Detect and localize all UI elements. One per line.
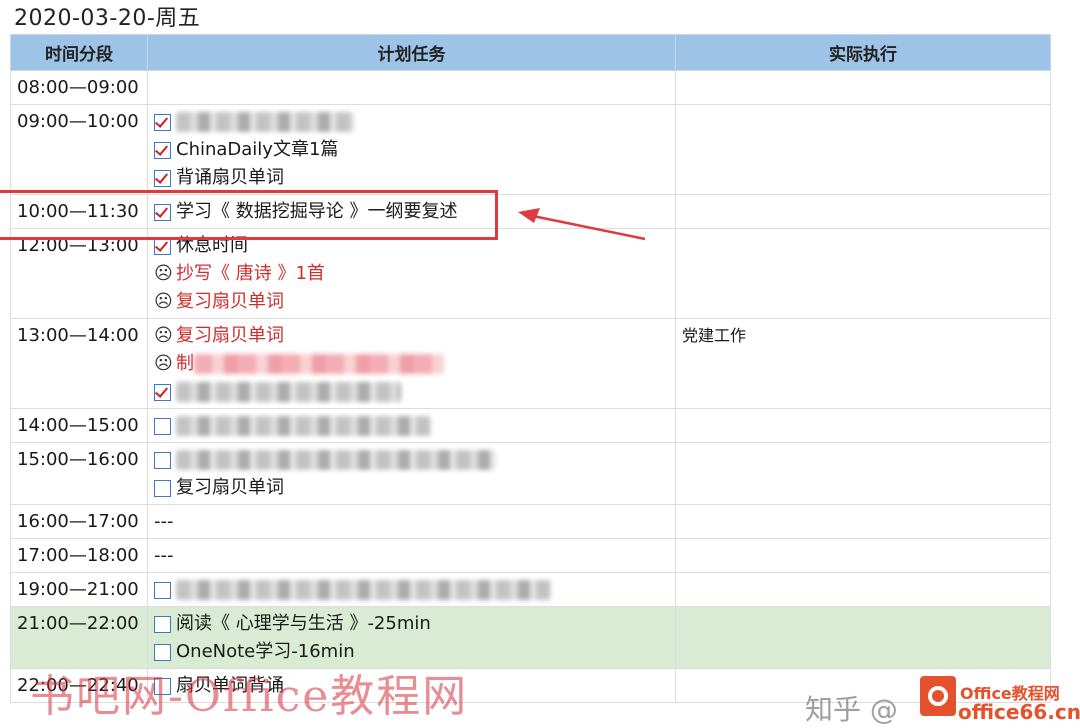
task-label: 背诵扇贝单词 <box>176 167 284 188</box>
checked-checkbox-icon[interactable] <box>154 237 171 255</box>
actual-execution-cell <box>675 606 1051 669</box>
time-slot-cell: 16:00—17:00 <box>10 504 148 539</box>
redacted-text <box>176 416 431 436</box>
watermark-site: office66.cn <box>958 700 1080 724</box>
task-label: 制 <box>176 353 194 374</box>
task-item <box>154 378 669 406</box>
frowning-face-icon: ☹ <box>154 291 173 312</box>
planned-tasks-cell <box>147 70 676 105</box>
annotation-highlight-box <box>0 190 498 240</box>
task-label: 抄写《 唐诗 》1首 <box>176 263 325 284</box>
frowning-face-icon: ☹ <box>154 263 173 284</box>
empty-checkbox-icon[interactable] <box>154 451 171 469</box>
task-item <box>154 412 669 440</box>
task-label: --- <box>154 545 174 566</box>
empty-checkbox-icon[interactable] <box>154 417 171 435</box>
task-label: 复习扇贝单词 <box>176 291 284 312</box>
actual-execution-cell: 党建工作 <box>675 318 1051 409</box>
task-item <box>154 576 669 604</box>
column-header-time: 时间分段 <box>10 34 148 71</box>
redacted-text <box>176 382 401 402</box>
actual-execution-cell <box>675 442 1051 505</box>
actual-execution-cell <box>675 104 1051 195</box>
frowning-face-icon: ☹ <box>154 353 173 374</box>
actual-execution-cell <box>675 408 1051 443</box>
table-row: 09:00—10:00 ChinaDaily文章1篇 背诵扇贝单词 <box>10 104 1051 195</box>
column-header-planned: 计划任务 <box>147 34 676 71</box>
schedule-table: 时间分段 计划任务 实际执行 08:00—09:00 09:00—10:00 Ch… <box>10 34 1051 703</box>
planned-tasks-cell <box>147 572 676 607</box>
task-item: --- <box>154 542 669 570</box>
task-item: ☹ 复习扇贝单词 <box>154 322 669 350</box>
time-slot-cell: 09:00—10:00 <box>10 104 148 195</box>
table-row: 15:00—16:00 复习扇贝单词 <box>10 442 1051 505</box>
redacted-text <box>176 580 551 600</box>
planned-tasks-cell <box>147 408 676 443</box>
planned-tasks-cell: 复习扇贝单词 <box>147 442 676 505</box>
actual-execution-cell <box>675 194 1051 229</box>
time-slot-cell: 12:00—13:00 <box>10 228 148 319</box>
time-slot-cell: 13:00—14:00 <box>10 318 148 409</box>
empty-checkbox-icon[interactable] <box>154 581 171 599</box>
page-title: 2020-03-20-周五 <box>14 6 201 31</box>
table-row: 16:00—17:00 --- <box>10 504 1051 539</box>
office-logo-icon <box>920 676 956 716</box>
empty-checkbox-icon[interactable] <box>154 615 171 633</box>
actual-execution-cell <box>675 70 1051 105</box>
task-item <box>154 446 669 474</box>
table-row: 14:00—15:00 <box>10 408 1051 443</box>
task-item: ☹ 复习扇贝单词 <box>154 288 669 316</box>
task-item: ☹ 抄写《 唐诗 》1首 <box>154 260 669 288</box>
checked-checkbox-icon[interactable] <box>154 383 171 401</box>
time-slot-cell: 08:00—09:00 <box>10 70 148 105</box>
actual-execution-cell <box>675 228 1051 319</box>
redacted-text <box>176 450 496 470</box>
table-row: 13:00—14:00 ☹ 复习扇贝单词 ☹ 制党建工作 <box>10 318 1051 409</box>
table-header-row: 时间分段 计划任务 实际执行 <box>10 34 1051 71</box>
time-slot-cell: 14:00—15:00 <box>10 408 148 443</box>
task-item: 阅读《 心理学与生活 》-25min <box>154 610 669 638</box>
actual-execution-cell <box>675 504 1051 539</box>
planned-tasks-cell: ☹ 复习扇贝单词 ☹ 制 <box>147 318 676 409</box>
time-slot-cell: 15:00—16:00 <box>10 442 148 505</box>
planned-tasks-cell: ChinaDaily文章1篇 背诵扇贝单词 <box>147 104 676 195</box>
redacted-text <box>176 112 354 132</box>
task-item: --- <box>154 508 669 536</box>
redacted-text <box>194 354 444 374</box>
actual-execution-cell <box>675 538 1051 573</box>
column-header-actual: 实际执行 <box>675 34 1051 71</box>
actual-execution-cell <box>675 572 1051 607</box>
table-row: 19:00—21:00 <box>10 572 1051 607</box>
task-item: 复习扇贝单词 <box>154 474 669 502</box>
checked-checkbox-icon[interactable] <box>154 169 171 187</box>
planned-tasks-cell: --- <box>147 504 676 539</box>
empty-checkbox-icon[interactable] <box>154 479 171 497</box>
task-label: 复习扇贝单词 <box>176 477 284 498</box>
task-label: ChinaDaily文章1篇 <box>176 139 339 160</box>
task-item: 背诵扇贝单词 <box>154 164 669 192</box>
task-item: ChinaDaily文章1篇 <box>154 136 669 164</box>
task-item <box>154 108 669 136</box>
table-row: 17:00—18:00 --- <box>10 538 1051 573</box>
frowning-face-icon: ☹ <box>154 325 173 346</box>
checked-checkbox-icon[interactable] <box>154 113 171 131</box>
table-row: 08:00—09:00 <box>10 70 1051 105</box>
time-slot-cell: 19:00—21:00 <box>10 572 148 607</box>
checked-checkbox-icon[interactable] <box>154 141 171 159</box>
task-label: --- <box>154 511 174 532</box>
planned-tasks-cell: --- <box>147 538 676 573</box>
task-label: 复习扇贝单词 <box>176 325 284 346</box>
empty-checkbox-icon[interactable] <box>154 643 171 661</box>
task-item: ☹ 制 <box>154 350 669 378</box>
task-label: 阅读《 心理学与生活 》-25min <box>176 613 431 634</box>
watermark-zhihu: 知乎 @ <box>805 693 898 726</box>
time-slot-cell: 17:00—18:00 <box>10 538 148 573</box>
annotation-arrow-icon <box>518 208 646 241</box>
watermark-left: 书吧网-Office教程网 <box>30 671 469 722</box>
